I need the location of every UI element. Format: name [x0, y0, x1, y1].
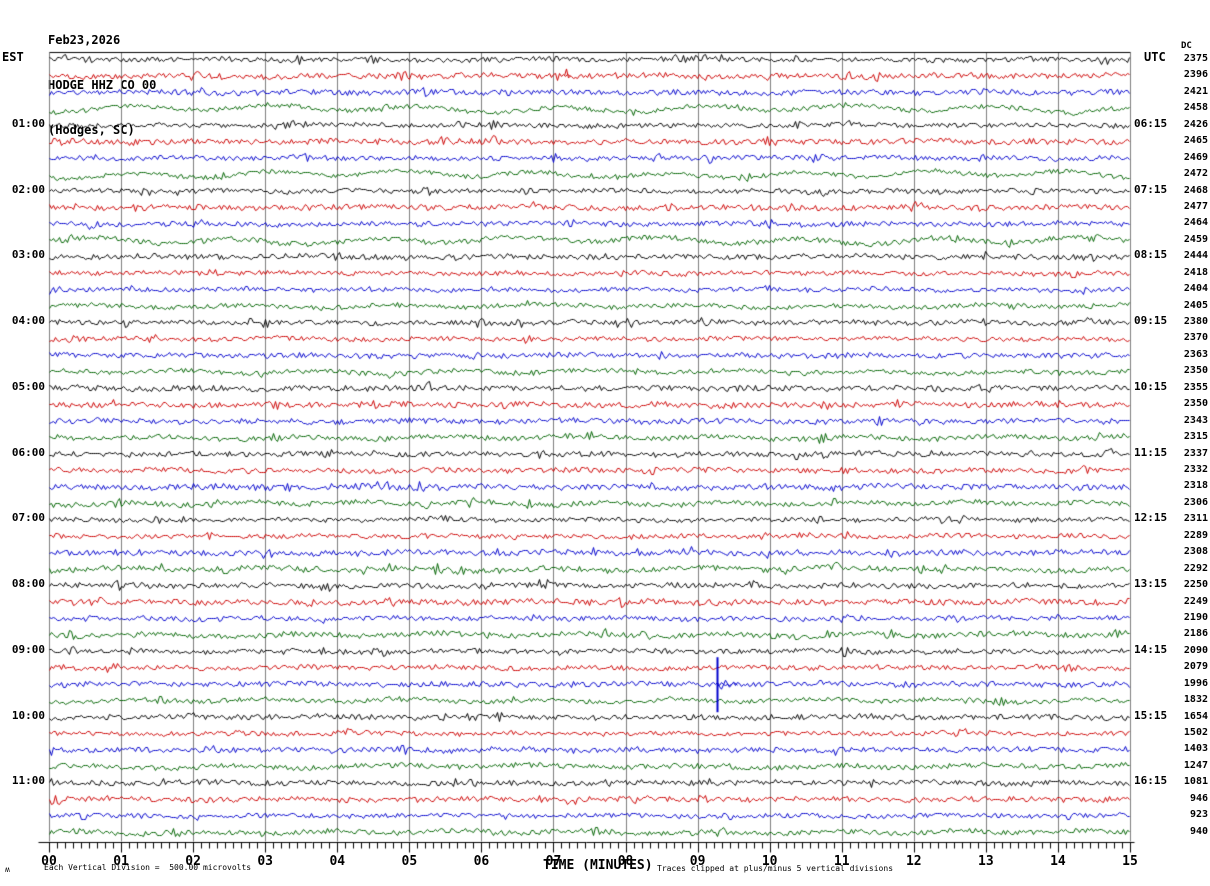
x-axis-tick-label: 15 [1122, 854, 1138, 869]
dc-value-label: 1502 [1183, 727, 1208, 739]
dc-value-label: 2458 [1183, 102, 1208, 114]
dc-value-label: 2468 [1183, 184, 1208, 196]
dc-value-label: 2465 [1183, 135, 1208, 147]
dc-value-label: 2404 [1183, 283, 1208, 295]
est-time-label: 06:00 [11, 445, 45, 459]
dc-value-label: 2370 [1183, 332, 1208, 344]
x-axis-title: TIME (MINUTES) [543, 858, 653, 873]
dc-value-label: 2337 [1183, 447, 1208, 459]
dc-value-label: 2292 [1183, 562, 1208, 574]
dc-value-label: 2405 [1183, 299, 1208, 311]
dc-value-label: 2306 [1183, 496, 1208, 508]
est-time-label: 01:00 [11, 116, 45, 130]
dc-value-label: 2250 [1183, 579, 1208, 591]
x-axis-tick-label: 12 [905, 854, 922, 869]
seismogram-plot [0, 0, 1210, 886]
est-time-label: 09:00 [11, 642, 45, 656]
x-axis-tick-label: 04 [329, 854, 346, 869]
est-time-label: 08:00 [11, 577, 45, 591]
dc-value-label: 1081 [1183, 776, 1208, 788]
dc-value-label: 2343 [1183, 414, 1208, 426]
dc-value-label: 1832 [1183, 694, 1208, 706]
dc-value-label: 946 [1189, 792, 1208, 804]
dc-value-label: 2472 [1183, 168, 1208, 180]
dc-value-label: 2289 [1183, 529, 1208, 541]
dc-value-label: 2477 [1183, 200, 1208, 212]
est-time-label: 10:00 [11, 708, 45, 722]
est-time-label: 03:00 [11, 248, 45, 262]
dc-value-label: 1996 [1183, 677, 1208, 689]
est-time-label: 02:00 [11, 182, 45, 196]
x-axis-tick-label: 05 [401, 854, 418, 869]
dc-value-label: 2350 [1183, 398, 1208, 410]
dc-value-label: 940 [1189, 825, 1208, 837]
dc-value-label: 2190 [1183, 611, 1208, 623]
corner-glyph: ʍ [5, 865, 10, 874]
dc-value-label: 2332 [1183, 464, 1208, 475]
dc-value-label: 2311 [1183, 513, 1208, 525]
dc-value-label: 2464 [1183, 217, 1208, 229]
dc-value-label: 2444 [1183, 250, 1208, 262]
dc-value-label: 2375 [1183, 53, 1208, 64]
est-time-label: 05:00 [11, 379, 45, 393]
dc-value-label: 2355 [1183, 381, 1208, 393]
dc-value-label: 923 [1189, 809, 1208, 821]
dc-value-label: 2421 [1183, 85, 1208, 97]
dc-value-label: 2380 [1183, 316, 1208, 328]
x-axis-tick-label: 13 [978, 854, 994, 869]
est-time-label: 11:00 [11, 774, 45, 788]
est-time-label: 04:00 [11, 314, 45, 328]
dc-value-label: 2079 [1183, 661, 1208, 673]
dc-value-label: 2308 [1183, 546, 1208, 558]
dc-value-label: 2426 [1183, 118, 1208, 130]
vertical-division-note: Each Vertical Division = 500.00 microvol… [44, 863, 252, 872]
dc-value-label: 2249 [1183, 595, 1208, 607]
dc-value-label: 1247 [1183, 759, 1208, 771]
dc-value-label: 2418 [1183, 266, 1208, 278]
dc-value-label: 2186 [1183, 628, 1208, 640]
x-axis-tick-label: 03 [257, 854, 274, 869]
clipping-note: Traces clipped at plus/minus 5 vertical … [657, 864, 894, 873]
dc-value-label: 2090 [1183, 644, 1208, 656]
x-axis-tick-label: 14 [1050, 854, 1066, 869]
dc-value-label: 2318 [1183, 480, 1208, 492]
x-axis-tick-label: 06 [473, 854, 490, 869]
dc-value-label: 2469 [1183, 151, 1208, 163]
dc-value-label: 2459 [1183, 233, 1208, 245]
dc-value-label: 1654 [1183, 710, 1208, 722]
dc-value-label: 2350 [1183, 365, 1208, 377]
dc-value-label: 2363 [1183, 348, 1208, 360]
est-time-label: 07:00 [11, 511, 45, 525]
dc-value-label: 1403 [1183, 743, 1208, 755]
dc-value-label: 2396 [1183, 69, 1208, 81]
dc-value-label: 2315 [1183, 431, 1208, 443]
